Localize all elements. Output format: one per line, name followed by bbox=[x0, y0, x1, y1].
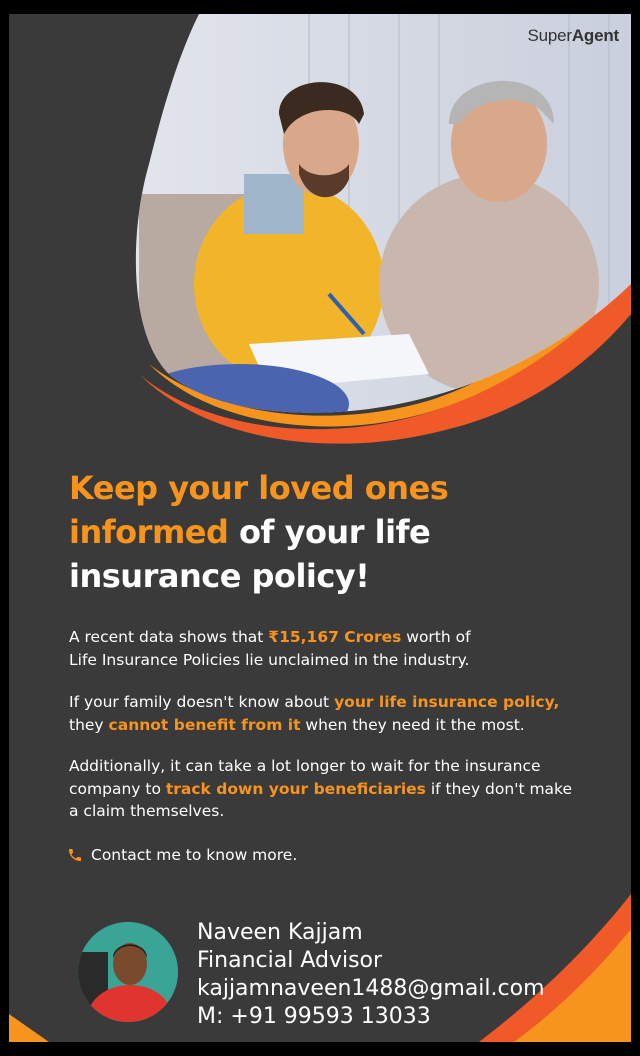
contact-line: Contact me to know more. bbox=[67, 846, 297, 864]
advisor-name: Naveen Kajjam bbox=[197, 920, 363, 945]
advisor-info: Naveen Kajjam Financial Advisor kajjamna… bbox=[197, 919, 545, 1031]
advisor-title: Financial Advisor bbox=[197, 948, 383, 973]
headline-part4: insurance policy! bbox=[69, 557, 370, 595]
headline-part2: informed bbox=[69, 513, 229, 551]
paragraph-unclaimed: A recent data shows that ₹15,167 Crores … bbox=[69, 628, 471, 669]
advisor-phone[interactable]: M: +91 99593 13033 bbox=[197, 1003, 545, 1031]
headline-part3: of your life bbox=[228, 513, 431, 551]
paragraph-beneficiaries: Additionally, it can take a lot longer t… bbox=[69, 757, 573, 820]
poster: SuperAgent Keep your loved ones informed… bbox=[9, 14, 631, 1042]
hero-photo bbox=[135, 14, 631, 444]
avatar bbox=[78, 922, 178, 1022]
contact-text: Contact me to know more. bbox=[91, 846, 298, 864]
headline: Keep your loved ones informed of your li… bbox=[69, 466, 569, 598]
paragraph-family: If your family doesn't know about your l… bbox=[69, 693, 560, 734]
brand-logo: SuperAgent bbox=[527, 26, 619, 45]
advisor-email[interactable]: kajjamnaveen1488@gmail.com bbox=[197, 975, 545, 1003]
headline-part1: Keep your loved ones bbox=[69, 469, 449, 507]
phone-icon bbox=[69, 849, 81, 861]
